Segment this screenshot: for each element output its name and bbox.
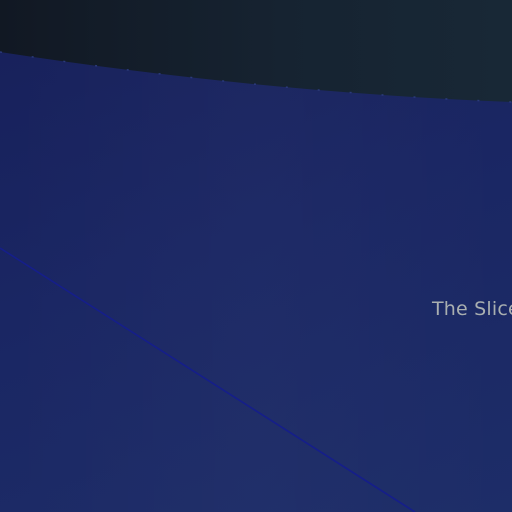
slice-label: The Slice bbox=[432, 298, 512, 320]
